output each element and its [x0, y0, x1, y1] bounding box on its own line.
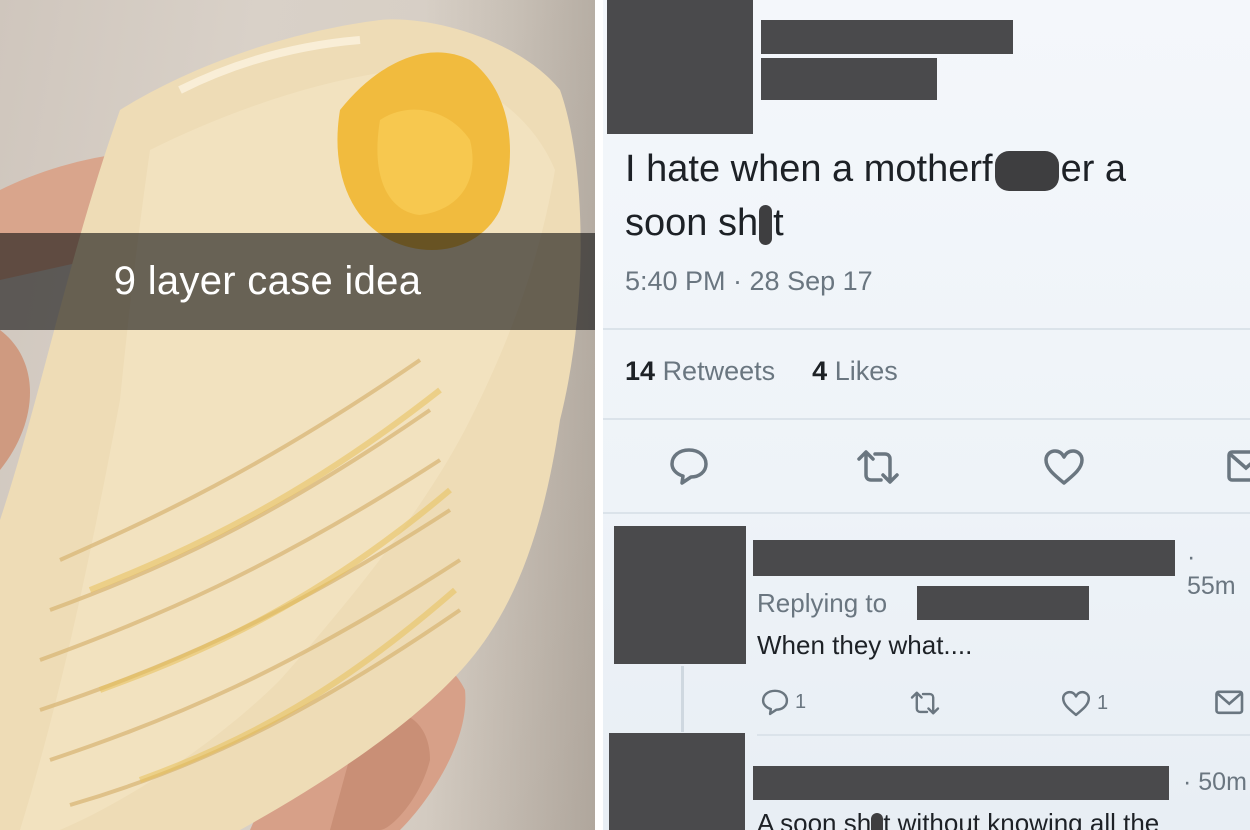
- redacted-reply-avatar: [614, 526, 746, 664]
- thread-line: [681, 666, 684, 732]
- censor-blot: [871, 813, 884, 830]
- separator: [603, 328, 1250, 330]
- reply-text-start: A soon sh: [757, 808, 872, 830]
- retweet-icon[interactable]: [855, 448, 901, 486]
- reply-timestamp: · 55m: [1187, 543, 1236, 600]
- heart-icon[interactable]: [1043, 448, 1085, 486]
- tweet-text-line1-start: I hate when a motherf: [625, 148, 993, 190]
- reply-like-button[interactable]: 1: [1061, 690, 1108, 717]
- redacted-replying-handle: [917, 586, 1089, 620]
- reply-comment-count: 1: [795, 690, 807, 713]
- reply-text-end: t without knowing all the: [883, 808, 1160, 830]
- engagement-stats: 14 Retweets 4 Likes: [625, 356, 898, 387]
- retweets-label[interactable]: Retweets: [663, 356, 776, 386]
- replying-to-label: Replying to: [757, 588, 888, 618]
- snap-caption-bar: 9 layer case idea: [0, 233, 595, 330]
- separator: [757, 734, 1250, 736]
- snapchat-photo: 9 layer case idea: [0, 0, 595, 830]
- tweet-text-line2-end: t: [773, 202, 784, 244]
- reply-like-count: 1: [1097, 692, 1109, 714]
- retweets-count[interactable]: 14: [625, 356, 655, 386]
- tweet-text-line2-start: soon sh: [625, 202, 759, 244]
- reply-timestamp: · 50m: [1183, 768, 1247, 796]
- tweet-screenshot: I hate when a motherf er a soon sh t 5:40 …: [603, 0, 1250, 830]
- likes-count[interactable]: 4: [812, 356, 827, 386]
- reply-text: When they what....: [757, 630, 973, 660]
- reply-message-button[interactable]: [1215, 690, 1245, 716]
- tweet-text: I hate when a motherf er a soon sh t: [625, 142, 1235, 250]
- reply-retweet-button[interactable]: [909, 690, 941, 716]
- redacted-avatar: [607, 0, 753, 134]
- message-icon[interactable]: [1227, 450, 1250, 484]
- panel-divider: [595, 0, 603, 830]
- quesadilla-image: [0, 19, 581, 830]
- snap-caption-text: 9 layer case idea: [113, 259, 422, 303]
- redacted-reply-avatar: [609, 733, 745, 830]
- comment-icon[interactable]: [669, 446, 709, 486]
- censor-blot: [994, 150, 1059, 191]
- separator: [603, 418, 1250, 420]
- redacted-reply-name: [753, 766, 1169, 800]
- tweet-timestamp: 5:40 PM · 28 Sep 17: [625, 266, 873, 296]
- redacted-reply-name: [753, 540, 1175, 576]
- likes-label[interactable]: Likes: [835, 356, 898, 386]
- separator: [603, 512, 1250, 514]
- censor-blot: [759, 204, 773, 245]
- tweet-text-line1-end: er a: [1060, 148, 1127, 190]
- redacted-username: [761, 58, 937, 100]
- redacted-display-name: [761, 20, 1013, 54]
- reply-text: A soon sh t without knowing all the: [757, 808, 1159, 830]
- reply-comment-button[interactable]: 1: [761, 688, 806, 716]
